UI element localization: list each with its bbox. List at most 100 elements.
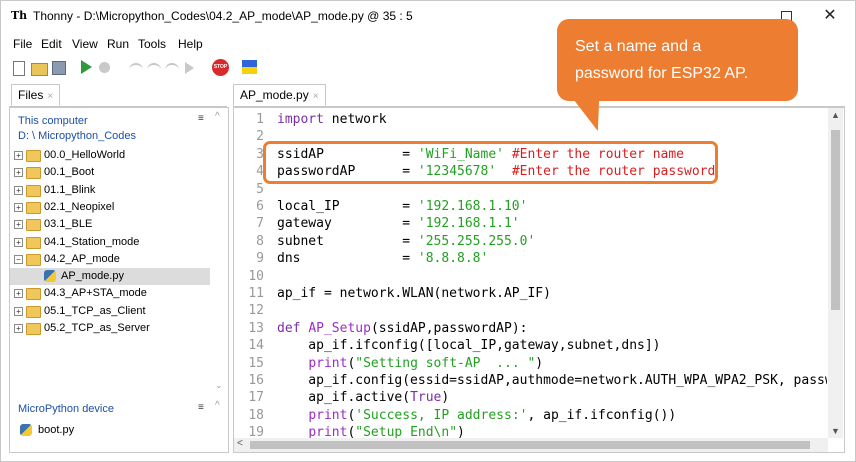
folder-icon [26, 305, 41, 318]
current-path-link[interactable]: D: \ Micropython_Codes [18, 130, 136, 142]
tree-item-label: 00.0_HelloWorld [44, 149, 126, 161]
code-line[interactable]: ap_if.ifconfig([local_IP,gateway,subnet,… [277, 337, 660, 354]
line-number: 8 [256, 233, 264, 249]
tree-item[interactable]: +05.1_TCP_as_Client [10, 303, 210, 320]
tree-item[interactable]: +03.1_BLE [10, 216, 210, 233]
close-window-button[interactable]: ✕ [815, 5, 845, 27]
scroll-left-icon[interactable]: < [237, 438, 243, 449]
vertical-scrollbar[interactable]: ▲ ▼ [828, 108, 843, 438]
tree-item[interactable]: − 04.2_AP_mode [10, 251, 210, 268]
tree-item[interactable]: +02.1_Neopixel [10, 199, 210, 216]
code-line[interactable]: print('Success, IP address:', ap_if.ifco… [277, 407, 676, 424]
scroll-thumb[interactable] [250, 441, 810, 449]
scroll-up-icon[interactable]: ^ [215, 111, 220, 122]
code-line[interactable]: print("Setup End\n") [277, 424, 465, 438]
debug-icon[interactable] [99, 62, 110, 73]
tab-files-label: Files [18, 88, 44, 102]
scroll-thumb[interactable] [831, 130, 840, 310]
editor-tab-label: AP_mode.py [240, 88, 309, 102]
tree-item-label: 00.1_Boot [44, 166, 95, 179]
panel-menu-icon[interactable]: ≡ [198, 113, 204, 124]
menu-file[interactable]: File [13, 37, 32, 51]
tree-item[interactable]: +04.1_Station_mode [10, 234, 210, 251]
run-icon[interactable] [81, 60, 92, 74]
device-scroll-up-icon[interactable]: ^ [215, 400, 220, 411]
code-line[interactable]: local_IP = '192.168.1.10' [277, 198, 527, 215]
tab-files[interactable]: Files × [11, 84, 61, 106]
code-line[interactable]: gateway = '192.168.1.1' [277, 215, 520, 232]
scroll-down-icon[interactable]: ▼ [831, 426, 840, 436]
line-number: 1 [256, 112, 264, 127]
expand-toggle-icon[interactable]: + [14, 151, 23, 160]
files-tab-bar: Files × [9, 84, 227, 107]
tree-item-label: 01.1_Blink [44, 183, 96, 196]
code-line[interactable]: ap_if.config(essid=ssidAP,authmode=netwo… [277, 372, 827, 389]
folder-icon [26, 219, 41, 232]
code-line[interactable]: dns = '8.8.8.8' [277, 250, 488, 267]
line-number: 12 [248, 303, 264, 319]
expand-toggle-icon[interactable]: + [14, 185, 23, 195]
folder-icon [26, 184, 41, 197]
folder-icon [26, 201, 41, 214]
code-line[interactable]: subnet = '255.255.255.0' [277, 233, 535, 250]
tree-item[interactable]: +05.2_TCP_as_Server [10, 320, 210, 337]
menu-help[interactable]: Help [178, 37, 203, 51]
tree-item[interactable]: +01.1_Blink [10, 182, 210, 199]
python-file-icon [44, 270, 56, 283]
expand-toggle-icon[interactable]: + [14, 306, 23, 316]
code-line[interactable]: ap_if = network.WLAN(network.AP_IF) [277, 285, 551, 302]
expand-toggle-icon[interactable]: + [14, 202, 23, 212]
expand-toggle-icon[interactable]: − [14, 254, 23, 264]
close-tab-icon[interactable]: × [47, 91, 53, 102]
editor-area: AP_mode.py × 1 2 3 4 5 6 7 8 9 10 11 12 13 14 15 16 17 18 1… [233, 84, 845, 453]
code-line[interactable]: def AP_Setup(ssidAP,passwordAP): [277, 320, 527, 337]
annotation-callout: Set a name and a password for ESP32 AP. [557, 19, 798, 101]
expand-toggle-icon[interactable]: + [14, 168, 23, 178]
flag-icon[interactable] [242, 60, 257, 74]
new-file-icon[interactable] [13, 61, 25, 76]
this-computer-title: This computer [18, 115, 88, 127]
tab-ap-mode[interactable]: AP_mode.py × [233, 84, 326, 106]
tree-item[interactable]: +00.0_HelloWorld [10, 147, 210, 164]
expand-toggle-icon[interactable]: + [14, 324, 23, 333]
close-tab-icon[interactable]: × [313, 91, 319, 102]
resume-icon[interactable] [185, 62, 194, 74]
line-number: 9 [256, 251, 264, 267]
menu-tools[interactable]: Tools [138, 37, 166, 51]
folder-icon [26, 150, 41, 162]
this-computer-section: This computer D: \ Micropython_Codes ≡ ^… [9, 107, 229, 399]
menu-view[interactable]: View [72, 37, 98, 51]
tree-item[interactable]: +00.1_Boot [10, 164, 210, 181]
line-number: 5 [256, 181, 264, 197]
step-into-icon[interactable] [147, 63, 161, 74]
tree-item[interactable]: +04.3_AP+STA_mode [10, 285, 210, 302]
device-file-label: boot.py [38, 424, 75, 436]
expand-toggle-icon[interactable]: + [14, 237, 23, 247]
menu-run[interactable]: Run [107, 37, 129, 51]
list-item[interactable]: boot.py [18, 422, 218, 439]
save-icon[interactable] [52, 61, 66, 75]
code-line[interactable]: ap_if.active(True) [277, 389, 449, 406]
code-line[interactable]: print("Setting soft-AP ... ") [277, 355, 543, 372]
horizontal-scrollbar[interactable]: < [234, 438, 828, 452]
tree-item-label: 02.1_Neopixel [44, 200, 115, 213]
device-title: MicroPython device [18, 403, 114, 415]
scroll-down-icon[interactable]: ⌄ [215, 380, 223, 391]
expand-toggle-icon[interactable]: + [14, 289, 23, 299]
tree-item-label: 05.1_TCP_as_Client [44, 304, 146, 317]
code-line[interactable]: import network [277, 111, 387, 128]
line-number: 15 [248, 355, 264, 371]
menu-edit[interactable]: Edit [41, 37, 62, 51]
device-menu-icon[interactable]: ≡ [198, 402, 204, 413]
stop-icon[interactable]: STOP [212, 59, 229, 76]
highlight-box [263, 141, 718, 184]
tree-item[interactable]: AP_mode.py [10, 268, 210, 286]
open-folder-icon[interactable] [31, 63, 48, 76]
line-number: 10 [248, 268, 264, 284]
scroll-up-icon[interactable]: ▲ [831, 110, 840, 120]
step-over-icon[interactable] [129, 63, 143, 74]
tree-item-label: AP_mode.py [61, 270, 124, 283]
expand-toggle-icon[interactable]: + [14, 220, 23, 230]
step-out-icon[interactable] [165, 63, 179, 74]
line-number: 11 [248, 286, 264, 301]
